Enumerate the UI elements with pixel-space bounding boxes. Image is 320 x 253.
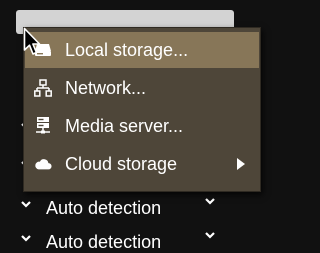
mouse-cursor-icon — [23, 27, 41, 55]
server-icon — [34, 117, 52, 135]
chevron-down-icon[interactable] — [204, 196, 216, 208]
chevron-down-icon[interactable] — [20, 199, 32, 211]
menu-item-network[interactable]: Network... — [25, 70, 259, 106]
menu-item-label: Network... — [65, 77, 147, 98]
menu-item-label: Local storage... — [65, 39, 189, 60]
submenu-arrow-icon — [237, 158, 245, 170]
menu-item-label: Media server... — [65, 115, 184, 136]
chevron-down-icon[interactable] — [204, 230, 216, 242]
menu-item-label: Cloud storage — [65, 153, 178, 174]
storage-context-menu: Local storage... Network... Media server — [23, 27, 261, 192]
menu-item-media-server[interactable]: Media server... — [25, 108, 259, 144]
auto-detection-label: Auto detection — [46, 232, 162, 252]
network-icon — [34, 79, 52, 97]
menu-item-local-storage[interactable]: Local storage... — [25, 32, 259, 68]
cloud-icon — [34, 155, 52, 173]
menu-item-cloud-storage[interactable]: Cloud storage — [25, 146, 259, 182]
auto-detection-label: Auto detection — [46, 198, 162, 218]
chevron-down-icon[interactable] — [20, 233, 32, 245]
